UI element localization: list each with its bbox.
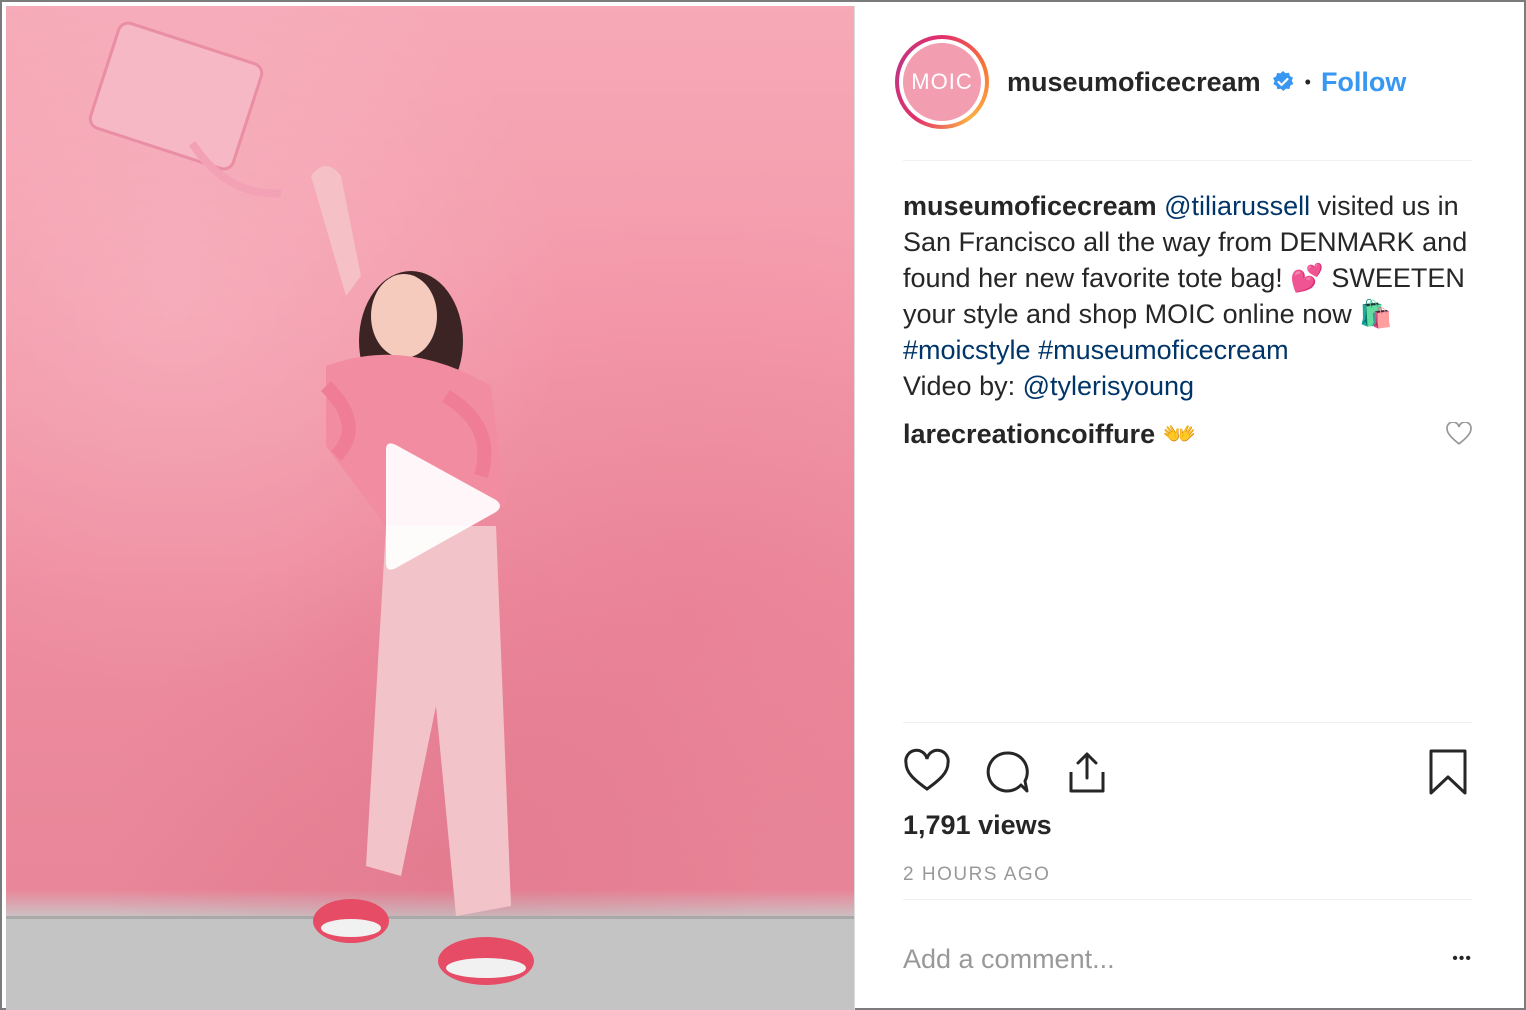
hashtag-link[interactable]: #moicstyle bbox=[903, 335, 1031, 365]
post-caption: museumoficecream @tiliarussell visited u… bbox=[903, 188, 1472, 404]
username-link[interactable]: museumoficecream bbox=[1007, 67, 1261, 98]
avatar: MOIC bbox=[903, 43, 981, 121]
post-window: MOIC museumoficecream • Follow museumofi… bbox=[0, 0, 1526, 1010]
follow-button[interactable]: Follow bbox=[1321, 67, 1406, 98]
add-comment-bar: Add a comment... ••• bbox=[903, 936, 1472, 982]
action-bar bbox=[903, 742, 1472, 802]
heart-icon[interactable] bbox=[903, 748, 951, 796]
hashtag-link[interactable]: #museumoficecream bbox=[1038, 335, 1289, 365]
share-icon[interactable] bbox=[1063, 748, 1111, 796]
avatar-story-ring[interactable]: MOIC bbox=[895, 35, 989, 129]
comment-divider bbox=[903, 899, 1472, 900]
mention-link[interactable]: @tylerisyoung bbox=[1023, 371, 1194, 401]
header-divider bbox=[903, 160, 1472, 161]
view-count[interactable]: 1,791 views bbox=[903, 810, 1052, 841]
post-header: MOIC museumoficecream • Follow bbox=[895, 32, 1480, 132]
bookmark-icon[interactable] bbox=[1424, 748, 1472, 796]
comment-input[interactable]: Add a comment... bbox=[903, 944, 1115, 975]
separator-dot: • bbox=[1304, 71, 1311, 92]
like-comment-icon[interactable] bbox=[1446, 422, 1472, 446]
video-media[interactable] bbox=[6, 6, 854, 1010]
caption-credit-text: Video by: bbox=[903, 371, 1023, 401]
post-timestamp[interactable]: 2 HOURS AGO bbox=[903, 864, 1050, 886]
actions-divider bbox=[903, 722, 1472, 723]
mention-link[interactable]: @tiliarussell bbox=[1164, 191, 1310, 221]
avatar-text: MOIC bbox=[911, 69, 973, 94]
more-options-icon[interactable]: ••• bbox=[1452, 950, 1472, 968]
tote-bag bbox=[88, 21, 282, 198]
post-details-panel: MOIC museumoficecream • Follow museumofi… bbox=[855, 6, 1520, 1006]
comment-item: larecreationcoiffure 👐 bbox=[903, 414, 1472, 454]
comment-text: 👐 bbox=[1162, 419, 1197, 449]
play-icon[interactable] bbox=[376, 438, 506, 578]
comment-icon[interactable] bbox=[983, 748, 1031, 796]
verified-badge-icon bbox=[1272, 71, 1293, 91]
more-options-label: ••• bbox=[1452, 950, 1472, 967]
comment-author-link[interactable]: larecreationcoiffure bbox=[903, 419, 1155, 449]
caption-author-link[interactable]: museumoficecream bbox=[903, 191, 1157, 221]
